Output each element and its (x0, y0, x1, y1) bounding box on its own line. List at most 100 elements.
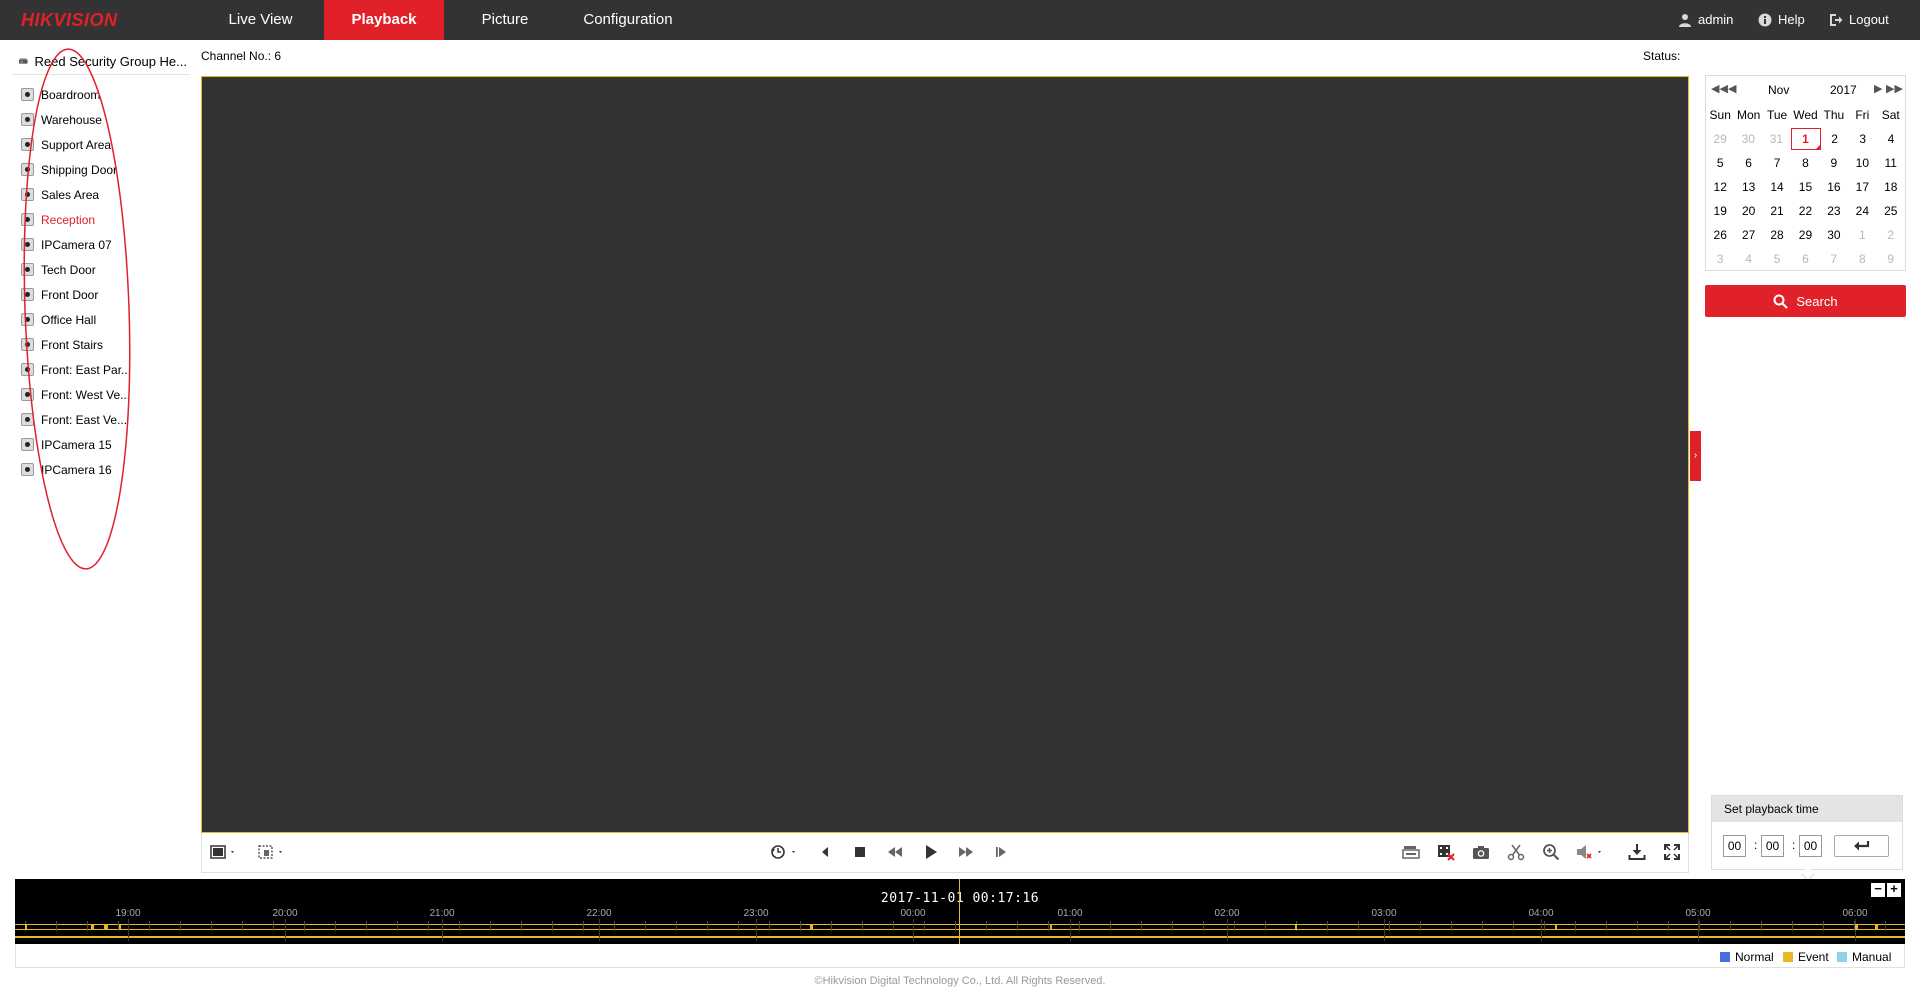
calendar-day-selected[interactable]: 1 (1790, 127, 1821, 151)
tab-live-view[interactable]: Live View (218, 0, 303, 40)
camera-item[interactable]: Front Stairs (21, 332, 131, 357)
calendar-day[interactable]: 9 (1877, 247, 1905, 271)
stop-all-button[interactable] (1435, 841, 1457, 863)
calendar-day[interactable]: 13 (1734, 175, 1762, 199)
video-playback-window[interactable] (201, 76, 1689, 833)
calendar-day[interactable]: 5 (1706, 151, 1734, 175)
apply-playback-time-button[interactable] (1834, 835, 1889, 857)
next-year-button[interactable]: ▶▶ (1886, 82, 1903, 95)
calendar-day[interactable]: 29 (1706, 127, 1734, 151)
camera-item[interactable]: Office Hall (21, 307, 131, 332)
search-button[interactable]: Search (1705, 285, 1906, 317)
camera-item[interactable]: Reception (21, 207, 131, 232)
calendar-day[interactable]: 30 (1734, 127, 1762, 151)
prev-frame-button[interactable] (814, 841, 836, 863)
calendar-day[interactable]: 4 (1877, 127, 1905, 151)
camera-item[interactable]: Sales Area (21, 182, 131, 207)
timeline-zoom-out-button[interactable]: − (1871, 882, 1885, 897)
camera-item[interactable]: Shipping Door (21, 157, 131, 182)
calendar-year[interactable]: 2017 (1830, 83, 1857, 97)
calendar-day[interactable]: 2 (1821, 127, 1849, 151)
audio-button[interactable] (1574, 841, 1608, 863)
next-month-button[interactable]: ▶ (1874, 82, 1882, 95)
camera-item[interactable]: Front: West Ve... (21, 382, 131, 407)
camera-item[interactable]: Support Area (21, 132, 131, 157)
calendar-day[interactable]: 20 (1734, 199, 1762, 223)
calendar-day[interactable]: 9 (1820, 151, 1848, 175)
camera-item[interactable]: Front: East Ve... (21, 407, 131, 432)
calendar-day[interactable]: 1 (1848, 223, 1876, 247)
camera-item[interactable]: IPCamera 07 (21, 232, 131, 257)
digital-zoom-button[interactable] (1540, 841, 1562, 863)
help-button[interactable]: Help (1758, 0, 1805, 40)
calendar-day[interactable]: 7 (1763, 151, 1791, 175)
minute-input[interactable]: 00 (1761, 835, 1784, 857)
capture-button[interactable] (1470, 841, 1492, 863)
calendar-day[interactable]: 12 (1706, 175, 1734, 199)
calendar-day[interactable]: 3 (1849, 127, 1877, 151)
user-menu[interactable]: admin (1678, 0, 1733, 40)
fast-forward-button[interactable] (955, 841, 977, 863)
calendar-day[interactable]: 4 (1734, 247, 1762, 271)
calendar-day[interactable]: 2 (1877, 223, 1905, 247)
camera-item[interactable]: Warehouse (21, 107, 131, 132)
calendar-day[interactable]: 17 (1848, 175, 1876, 199)
stop-button[interactable] (849, 841, 871, 863)
calendar-month[interactable]: Nov (1768, 83, 1789, 97)
single-frame-button[interactable] (990, 841, 1012, 863)
reverse-play-button[interactable] (768, 841, 802, 863)
hour-input[interactable]: 00 (1723, 835, 1746, 857)
calendar-day[interactable]: 11 (1877, 151, 1905, 175)
timeline-zoom-in-button[interactable]: + (1887, 882, 1901, 897)
calendar-day[interactable]: 23 (1820, 199, 1848, 223)
calendar-day[interactable]: 8 (1791, 151, 1819, 175)
calendar-day[interactable]: 28 (1763, 223, 1791, 247)
calendar-day[interactable]: 5 (1763, 247, 1791, 271)
record-list-button[interactable] (1400, 841, 1422, 863)
calendar-day[interactable]: 15 (1791, 175, 1819, 199)
calendar-day[interactable]: 25 (1877, 199, 1905, 223)
calendar-day[interactable]: 19 (1706, 199, 1734, 223)
window-layout-button[interactable] (208, 841, 240, 863)
prev-month-button[interactable]: ◀ (1728, 82, 1736, 95)
calendar-day[interactable]: 18 (1877, 175, 1905, 199)
tab-playback[interactable]: Playback (324, 0, 444, 40)
calendar-day[interactable]: 29 (1791, 223, 1819, 247)
camera-item[interactable]: Tech Door (21, 257, 131, 282)
calendar-day[interactable]: 7 (1820, 247, 1848, 271)
slow-forward-button[interactable] (884, 841, 906, 863)
calendar-day[interactable]: 14 (1763, 175, 1791, 199)
calendar-day[interactable]: 6 (1734, 151, 1762, 175)
fullscreen-button[interactable] (1661, 841, 1683, 863)
calendar-day[interactable]: 22 (1791, 199, 1819, 223)
download-button[interactable] (1626, 841, 1648, 863)
calendar-day[interactable]: 24 (1848, 199, 1876, 223)
tab-configuration[interactable]: Configuration (578, 0, 678, 40)
second-input[interactable]: 00 (1799, 835, 1822, 857)
calendar-day[interactable]: 16 (1820, 175, 1848, 199)
calendar-day[interactable]: 8 (1848, 247, 1876, 271)
calendar-day[interactable]: 6 (1791, 247, 1819, 271)
calendar-day[interactable]: 26 (1706, 223, 1734, 247)
play-button[interactable] (920, 841, 942, 863)
camera-item[interactable]: Front Door (21, 282, 131, 307)
calendar-day[interactable]: 10 (1848, 151, 1876, 175)
camera-item[interactable]: Front: East Par... (21, 357, 131, 382)
device-tree-root[interactable]: Reed Security Group He... (19, 52, 187, 70)
logout-button[interactable]: Logout (1829, 0, 1889, 40)
calendar-day[interactable]: 3 (1706, 247, 1734, 271)
camera-item[interactable]: Boardroom (21, 82, 131, 107)
calendar-day[interactable]: 31 (1762, 127, 1790, 151)
clip-manage-button[interactable] (256, 841, 288, 863)
calendar-day[interactable]: 27 (1734, 223, 1762, 247)
tab-picture[interactable]: Picture (466, 0, 544, 40)
camera-item[interactable]: IPCamera 16 (21, 457, 131, 482)
clip-button[interactable] (1505, 841, 1527, 863)
calendar-day[interactable]: 21 (1763, 199, 1791, 223)
camera-item[interactable]: IPCamera 15 (21, 432, 131, 457)
calendar-day[interactable]: 30 (1820, 223, 1848, 247)
prev-year-button[interactable]: ◀◀ (1711, 82, 1728, 95)
timeline-cursor[interactable] (959, 879, 960, 944)
playback-timeline[interactable]: 2017-11-01 00:17:16 − + 19:00 20:00 21:00 2… (15, 879, 1905, 944)
collapse-panel-toggle[interactable]: › (1690, 431, 1701, 481)
